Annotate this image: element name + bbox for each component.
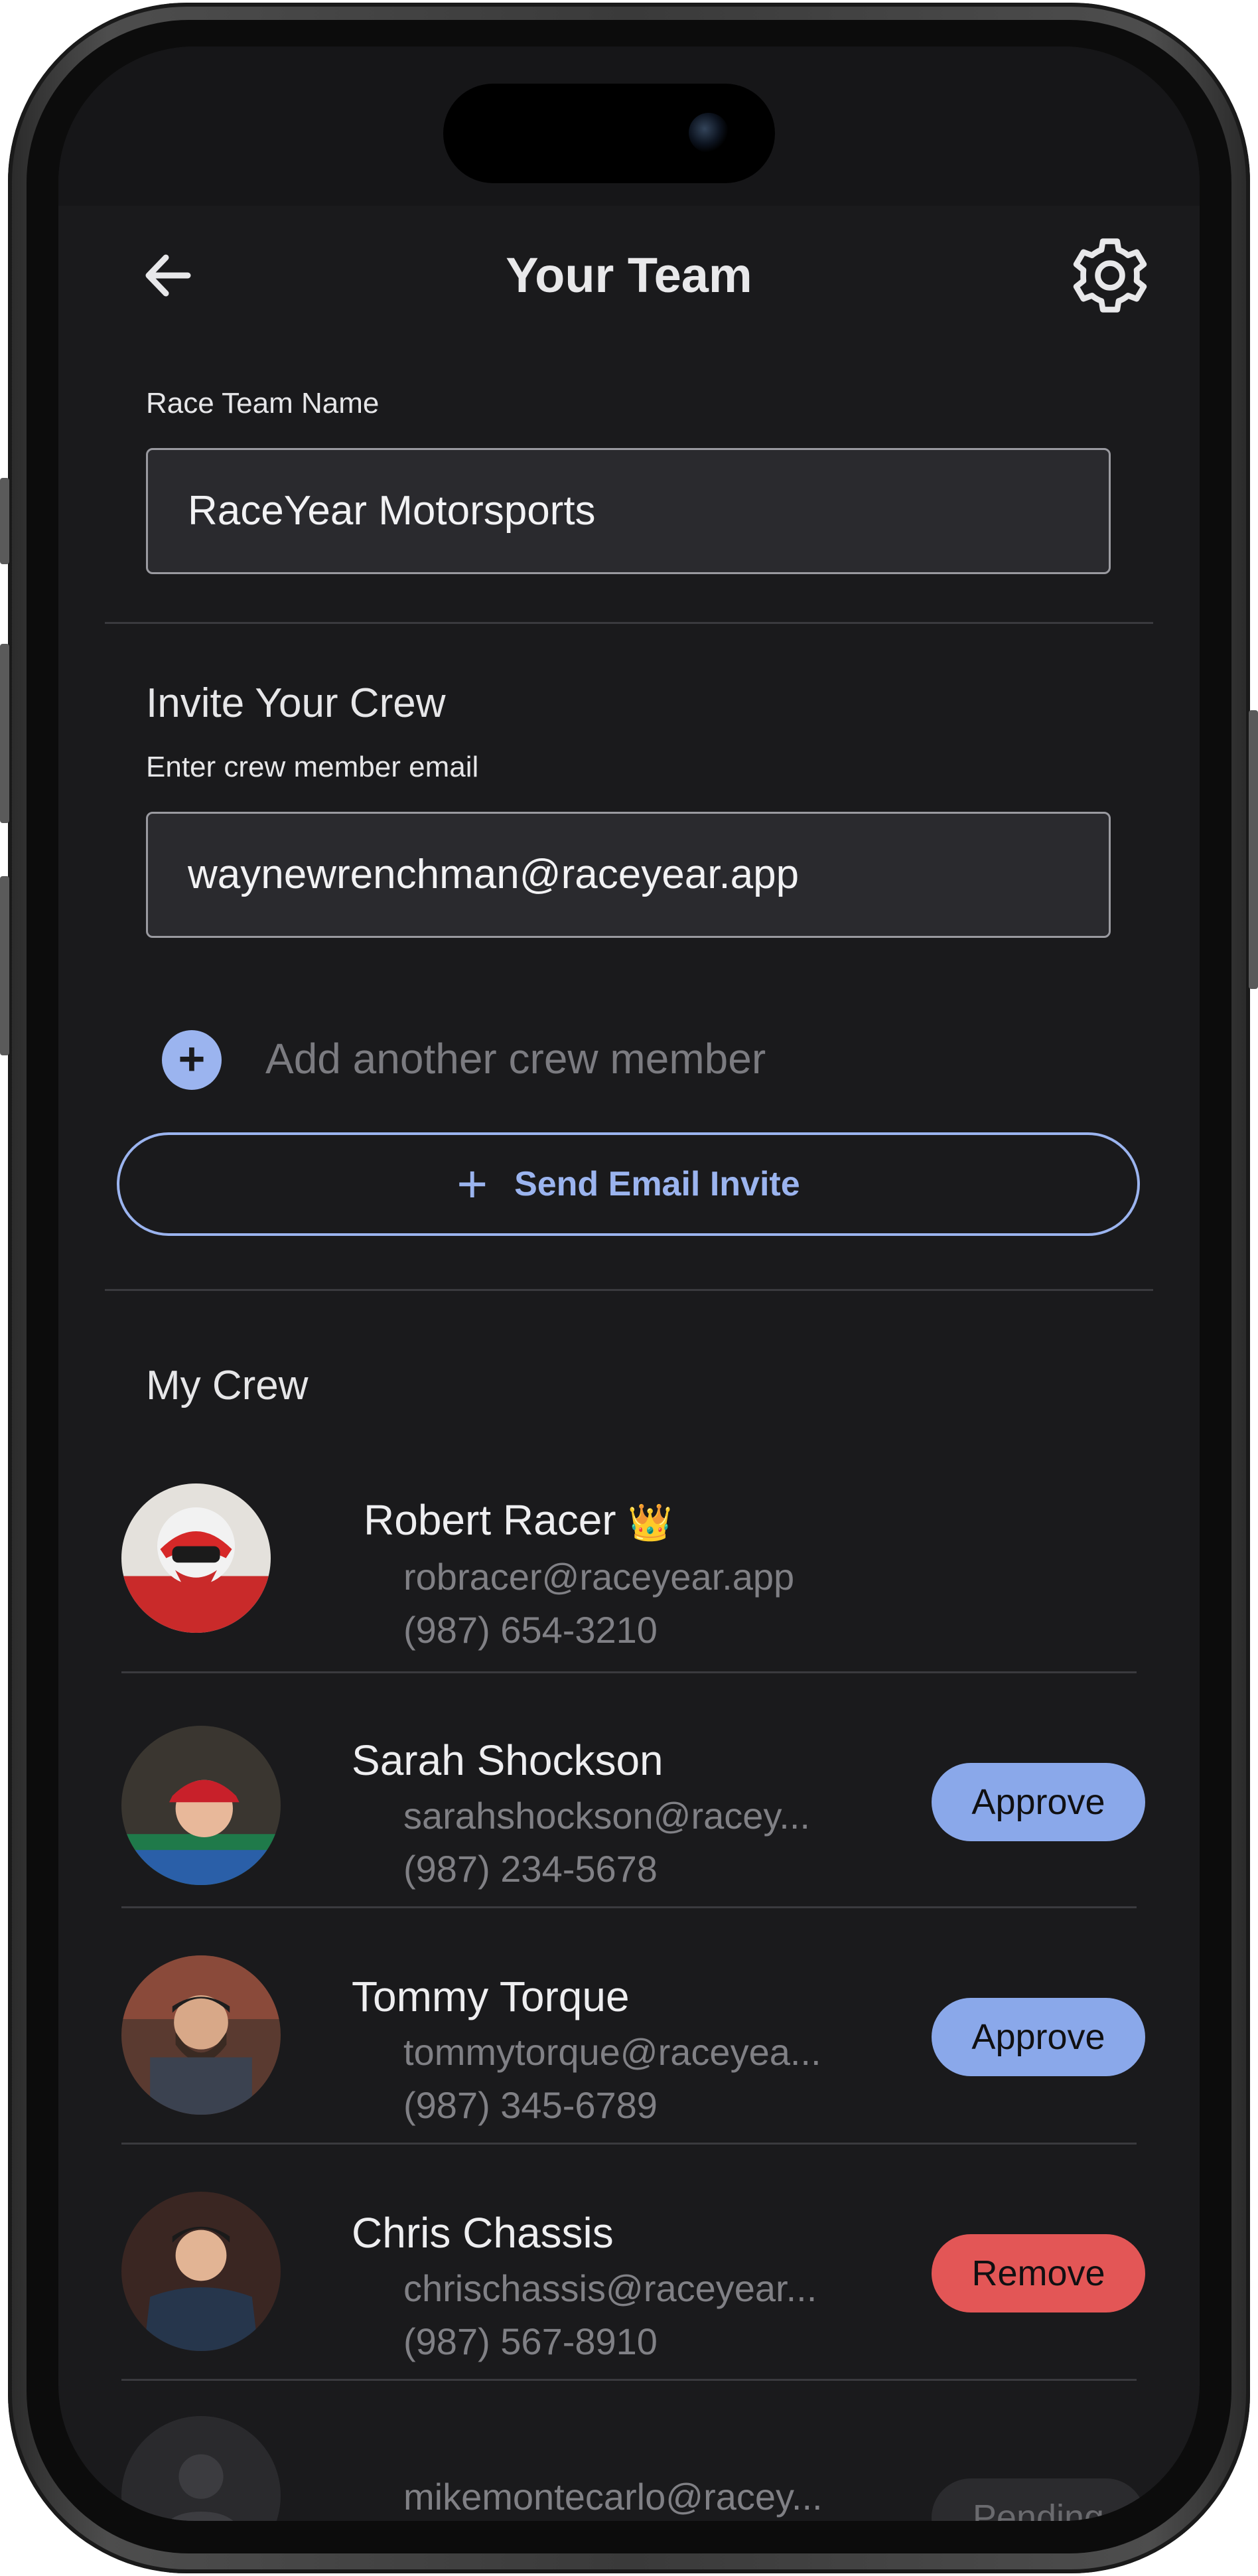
placeholder-avatar-icon	[121, 2416, 281, 2521]
row-divider	[121, 1671, 1137, 1673]
side-button-action	[0, 478, 9, 564]
avatar	[121, 1483, 271, 1633]
member-name-text: Robert Racer	[364, 1496, 616, 1544]
camera-lens	[689, 113, 729, 153]
member-email: robracer@raceyear.app	[403, 1556, 795, 1598]
list-item[interactable]: Chris Chassis chrischassis@raceyear... (…	[105, 2151, 1153, 2383]
list-item[interactable]: Sarah Shockson sarahshockson@racey... (9…	[105, 1679, 1153, 1912]
crew-section-title: My Crew	[146, 1363, 309, 1408]
member-name: Chris Chassis	[352, 2209, 614, 2257]
avatar	[121, 1726, 281, 1885]
team-name-label: Race Team Name	[146, 387, 380, 419]
avatar	[121, 1955, 281, 2115]
pending-badge: Pending	[932, 2478, 1145, 2521]
approve-button[interactable]: Approve	[932, 1998, 1145, 2076]
row-divider	[121, 2143, 1137, 2145]
team-name-field[interactable]: RaceYear Motorsports	[146, 448, 1111, 574]
send-email-invite-label: Send Email Invite	[514, 1165, 800, 1203]
member-phone: (987) 567-8910	[403, 2320, 658, 2362]
member-name: Tommy Torque	[352, 1973, 630, 2020]
member-phone: (987) 654-3210	[403, 1609, 658, 1651]
send-email-invite-button[interactable]: + Send Email Invite	[117, 1132, 1140, 1236]
page-title: Your Team	[506, 248, 752, 303]
section-divider	[105, 622, 1153, 624]
avatar	[121, 2192, 281, 2351]
email-field-label: Enter crew member email	[146, 751, 479, 783]
row-divider	[121, 1906, 1137, 1908]
member-name: Sarah Shockson	[352, 1736, 664, 1784]
back-arrow-icon[interactable]	[125, 232, 211, 319]
side-button-volume-down	[0, 876, 9, 1055]
member-email: tommytorque@raceyea...	[403, 2031, 821, 2073]
member-name: Robert Racer 👑	[364, 1493, 673, 1549]
row-divider	[121, 2379, 1137, 2381]
crown-icon: 👑	[628, 1503, 673, 1543]
list-item[interactable]: Tommy Torque tommytorque@raceyea... (987…	[105, 1914, 1153, 2147]
plus-icon: +	[456, 1154, 488, 1213]
member-email: chrischassis@raceyear...	[403, 2267, 817, 2309]
section-divider	[105, 1289, 1153, 1291]
remove-button[interactable]: Remove	[932, 2234, 1145, 2312]
member-email: mikemontecarlo@racey...	[403, 2476, 823, 2518]
add-member-icon[interactable]: +	[162, 1030, 222, 1090]
app-screen: Your Team Race Team Name RaceYear Motors…	[58, 46, 1200, 2521]
side-button-volume-up	[0, 644, 9, 823]
approve-button[interactable]: Approve	[932, 1763, 1145, 1841]
add-another-member-link[interactable]: Add another crew member	[265, 1030, 766, 1087]
member-email: sarahshockson@racey...	[403, 1795, 810, 1837]
side-button-power	[1249, 710, 1258, 989]
list-item[interactable]: mikemontecarlo@racey... Pending	[105, 2387, 1153, 2521]
crew-email-field[interactable]: waynewrenchman@raceyear.app	[146, 812, 1111, 938]
list-item[interactable]: Robert Racer 👑 robracer@raceyear.app (98…	[105, 1427, 1153, 1679]
gear-icon[interactable]	[1067, 232, 1153, 319]
member-phone: (987) 234-5678	[403, 1848, 658, 1890]
invite-section-title: Invite Your Crew	[146, 680, 446, 726]
member-phone: (987) 345-6789	[403, 2084, 658, 2126]
